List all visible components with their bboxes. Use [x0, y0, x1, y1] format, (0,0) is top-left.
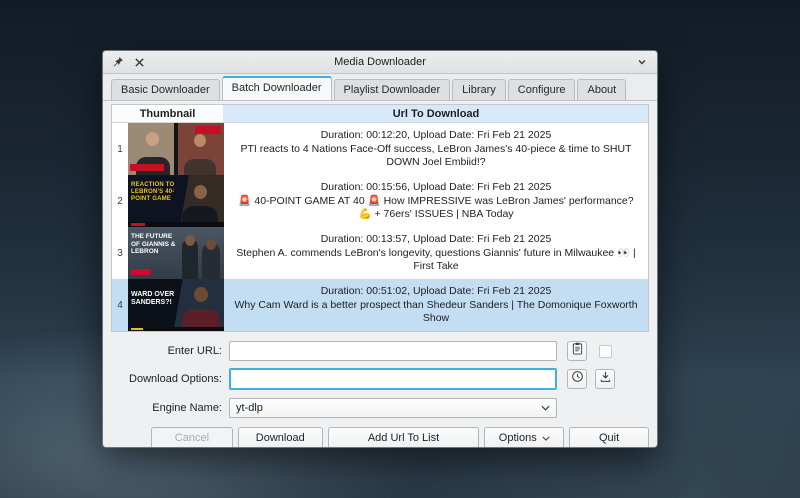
- options-download-button[interactable]: [595, 369, 615, 389]
- video-info-cell: Duration: 00:12:20, Upload Date: Fri Feb…: [224, 123, 648, 175]
- desktop-background: Media Downloader Basic Downloader Batch …: [0, 0, 800, 498]
- clipboard-monitor-checkbox[interactable]: [599, 345, 612, 358]
- titlebar[interactable]: Media Downloader: [103, 51, 657, 74]
- download-button[interactable]: Download: [238, 427, 323, 448]
- thumbnail-caption: REACTION TO LEBRON'S 40-POINT GAME: [131, 182, 185, 203]
- tab-configure[interactable]: Configure: [508, 79, 576, 100]
- row-index: 4: [112, 279, 128, 331]
- video-title: Why Cam Ward is a better prospect than S…: [232, 299, 640, 325]
- history-clock-icon: [571, 370, 584, 388]
- video-meta: Duration: 00:12:20, Upload Date: Fri Feb…: [232, 129, 640, 142]
- download-icon: [599, 370, 612, 388]
- tab-batch-downloader[interactable]: Batch Downloader: [222, 76, 332, 100]
- paste-clipboard-button[interactable]: [567, 341, 587, 361]
- video-meta: Duration: 00:51:02, Upload Date: Fri Feb…: [232, 285, 640, 298]
- thumbnail-image: REACTION TO LEBRON'S 40-POINT GAME: [128, 175, 224, 227]
- column-header-thumbnail: Thumbnail: [112, 105, 224, 122]
- download-options-input[interactable]: [229, 368, 557, 390]
- table-header-row: Thumbnail Url To Download: [112, 105, 648, 123]
- collapse-arrow-icon[interactable]: [635, 55, 649, 69]
- app-window: Media Downloader Basic Downloader Batch …: [102, 50, 658, 448]
- column-header-url: Url To Download: [224, 105, 648, 122]
- video-thumbnail: WARD OVER SANDERS?!: [128, 279, 224, 331]
- tab-about[interactable]: About: [577, 79, 626, 100]
- download-options-label: Download Options:: [111, 373, 229, 385]
- add-url-to-list-button[interactable]: Add Url To List: [328, 427, 480, 448]
- video-thumbnail: THE FUTURE OF GIANNIS & LEBRON: [128, 227, 224, 279]
- chevron-down-icon: [542, 432, 550, 444]
- tab-playlist-downloader[interactable]: Playlist Downloader: [334, 79, 451, 100]
- action-button-bar: Cancel Download Add Url To List Options …: [151, 427, 649, 448]
- engine-select[interactable]: yt-dlp: [229, 398, 557, 418]
- thumbnail-image: [128, 123, 224, 175]
- engine-name-label: Engine Name:: [111, 402, 229, 414]
- enter-url-label: Enter URL:: [111, 345, 229, 357]
- enter-url-row: Enter URL:: [103, 341, 657, 361]
- table-row[interactable]: 1 Duration: 00:12:20, Upload Date: Fri F…: [112, 123, 648, 175]
- thumbnail-image: WARD OVER SANDERS?!: [128, 279, 224, 331]
- pin-icon[interactable]: [111, 55, 125, 69]
- table-row-selected[interactable]: 4 WARD OVER SANDERS?! Duration: 00:51:02…: [112, 279, 648, 331]
- video-info-cell: Duration: 00:13:57, Upload Date: Fri Feb…: [224, 227, 648, 279]
- clipboard-icon: [571, 342, 584, 360]
- options-button-label: Options: [499, 432, 537, 444]
- options-button[interactable]: Options: [484, 427, 564, 448]
- close-button[interactable]: [132, 55, 146, 69]
- video-thumbnail: [128, 123, 224, 175]
- tab-bar: Basic Downloader Batch Downloader Playli…: [103, 74, 657, 101]
- video-info-cell: Duration: 00:51:02, Upload Date: Fri Feb…: [224, 279, 648, 331]
- download-list-table: Thumbnail Url To Download 1 Duration: 00…: [111, 104, 649, 332]
- video-title: PTI reacts to 4 Nations Face-Off success…: [232, 143, 640, 169]
- row-index: 2: [112, 175, 128, 227]
- url-input[interactable]: [229, 341, 557, 361]
- download-options-row: Download Options:: [103, 368, 657, 390]
- thumbnail-caption: THE FUTURE OF GIANNIS & LEBRON: [131, 233, 181, 256]
- video-meta: Duration: 00:13:57, Upload Date: Fri Feb…: [232, 233, 640, 246]
- engine-selected-value: yt-dlp: [236, 402, 263, 414]
- table-row[interactable]: 3 THE FUTURE OF GIANNIS & LEBRON Duratio…: [112, 227, 648, 279]
- tab-basic-downloader[interactable]: Basic Downloader: [111, 79, 220, 100]
- window-title: Media Downloader: [103, 51, 657, 74]
- quit-button[interactable]: Quit: [569, 427, 649, 448]
- options-history-button[interactable]: [567, 369, 587, 389]
- engine-name-row: Engine Name: yt-dlp: [103, 398, 657, 418]
- video-title: Stephen A. commends LeBron's longevity, …: [232, 247, 640, 273]
- video-thumbnail: REACTION TO LEBRON'S 40-POINT GAME: [128, 175, 224, 227]
- row-index: 3: [112, 227, 128, 279]
- video-title: 🚨 40-POINT GAME AT 40 🚨 How IMPRESSIVE w…: [232, 195, 640, 221]
- tab-library[interactable]: Library: [452, 79, 506, 100]
- video-info-cell: Duration: 00:15:56, Upload Date: Fri Feb…: [224, 175, 648, 227]
- row-index: 1: [112, 123, 128, 175]
- chevron-down-icon: [541, 405, 550, 411]
- thumbnail-caption: WARD OVER SANDERS?!: [131, 291, 181, 307]
- thumbnail-image: THE FUTURE OF GIANNIS & LEBRON: [128, 227, 224, 279]
- video-meta: Duration: 00:15:56, Upload Date: Fri Feb…: [232, 181, 640, 194]
- cancel-button: Cancel: [151, 427, 233, 448]
- table-row[interactable]: 2 REACTION TO LEBRON'S 40-POINT GAME Dur…: [112, 175, 648, 227]
